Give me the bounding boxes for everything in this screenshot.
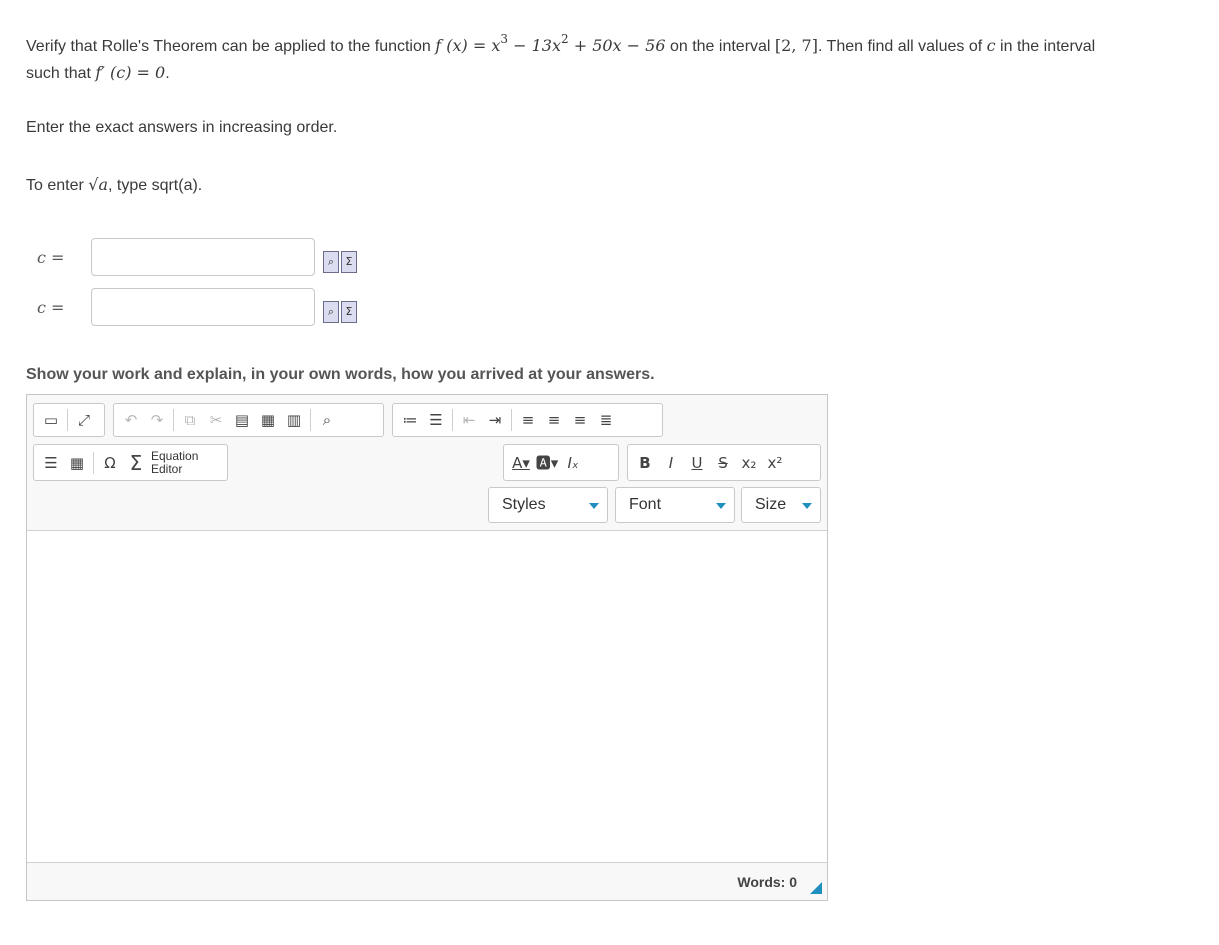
preview-icon[interactable]: ⌕ bbox=[323, 301, 339, 323]
resize-handle-icon[interactable] bbox=[810, 882, 822, 894]
chevron-down-icon bbox=[716, 503, 726, 509]
remove-format-icon[interactable]: Iₓ bbox=[560, 450, 586, 476]
chevron-down-icon bbox=[802, 503, 812, 509]
answer-tools-2: ⌕ Σ bbox=[323, 301, 357, 323]
maximize-icon[interactable]: ⤢ bbox=[71, 407, 97, 433]
underline-icon[interactable]: U bbox=[684, 450, 710, 476]
editor-status-bar: Words: 0 bbox=[27, 862, 827, 900]
text-color-icon[interactable]: A▾ bbox=[508, 450, 534, 476]
chevron-down-icon bbox=[589, 503, 599, 509]
rich-text-editor: ▭ ⤢ ↶ ↷ ⧉ ✂ ▤ ▦ ▥ ⌕ ≔ ☰ ⇤ ⇥ ≡ ≡ ≡ ≣ ☰ ▦ … bbox=[26, 394, 828, 901]
show-blocks-icon[interactable]: ▭ bbox=[38, 407, 64, 433]
equation-sigma-icon[interactable]: Σ bbox=[123, 450, 149, 476]
preview-icon[interactable]: ⌕ bbox=[323, 251, 339, 273]
toolbar-group-basic-styles: B I U S x₂ x² bbox=[627, 444, 821, 481]
bold-icon[interactable]: B bbox=[632, 450, 658, 476]
interval-expression: [2, 7] bbox=[774, 36, 818, 55]
editor-toolbar: ▭ ⤢ ↶ ↷ ⧉ ✂ ▤ ▦ ▥ ⌕ ≔ ☰ ⇤ ⇥ ≡ ≡ ≡ ≣ ☰ ▦ … bbox=[27, 395, 827, 531]
redo-icon[interactable]: ↷ bbox=[144, 407, 170, 433]
bulleted-list-icon[interactable]: ☰ bbox=[423, 407, 449, 433]
table-icon[interactable]: ▦ bbox=[64, 450, 90, 476]
toolbar-group-insert: ☰ ▦ Ω Σ Equation Editor bbox=[33, 444, 228, 481]
align-left-icon[interactable]: ≡ bbox=[515, 407, 541, 433]
font-dropdown[interactable]: Font bbox=[615, 487, 735, 523]
answer-tools-1: ⌕ Σ bbox=[323, 251, 357, 273]
answer-input-2[interactable] bbox=[91, 288, 315, 326]
instruction-text: Enter the exact answers in increasing or… bbox=[26, 119, 338, 136]
answer-label: c = bbox=[37, 247, 65, 267]
subscript-icon[interactable]: x₂ bbox=[736, 450, 762, 476]
background-color-icon[interactable]: 🅰▾ bbox=[534, 450, 560, 476]
word-count: Words: 0 bbox=[737, 874, 797, 890]
paste-icon[interactable]: ▤ bbox=[229, 407, 255, 433]
justify-icon[interactable]: ≣ bbox=[593, 407, 619, 433]
hint-text: To enter √a, type sqrt(a). bbox=[26, 175, 203, 194]
align-center-icon[interactable]: ≡ bbox=[541, 407, 567, 433]
toolbar-group-colors: A▾ 🅰▾ Iₓ bbox=[503, 444, 619, 481]
equation-editor-button[interactable]: Equation Editor bbox=[151, 449, 198, 476]
special-char-icon[interactable]: Ω bbox=[97, 450, 123, 476]
styles-dropdown[interactable]: Styles bbox=[488, 487, 608, 523]
undo-icon[interactable]: ↶ bbox=[118, 407, 144, 433]
work-prompt: Show your work and explain, in your own … bbox=[26, 366, 655, 383]
size-dropdown[interactable]: Size bbox=[741, 487, 821, 523]
strikethrough-icon[interactable]: S bbox=[710, 450, 736, 476]
paste-word-icon[interactable]: ▥ bbox=[281, 407, 307, 433]
editor-content-area[interactable] bbox=[27, 531, 827, 863]
toolbar-group-clipboard: ↶ ↷ ⧉ ✂ ▤ ▦ ▥ ⌕ bbox=[113, 403, 384, 437]
italic-icon[interactable]: I bbox=[658, 450, 684, 476]
equation-editor-icon[interactable]: Σ bbox=[341, 251, 357, 273]
superscript-icon[interactable]: x² bbox=[762, 450, 788, 476]
copy-icon[interactable]: ⧉ bbox=[177, 407, 203, 433]
paste-text-icon[interactable]: ▦ bbox=[255, 407, 281, 433]
equation-editor-icon[interactable]: Σ bbox=[341, 301, 357, 323]
answer-row-2: c = ⌕ Σ bbox=[26, 287, 357, 327]
cut-icon[interactable]: ✂ bbox=[203, 407, 229, 433]
derivative-expression: f′ (c) = 0 bbox=[95, 63, 166, 82]
answer-row-1: c = ⌕ Σ bbox=[26, 237, 357, 277]
question-text: Verify that Rolle's Theorem can be appli… bbox=[26, 32, 1096, 82]
sqrt-a-math: √a bbox=[88, 175, 108, 194]
find-icon[interactable]: ⌕ bbox=[314, 407, 340, 433]
toolbar-group-view: ▭ ⤢ bbox=[33, 403, 105, 437]
decrease-indent-icon[interactable]: ⇤ bbox=[456, 407, 482, 433]
increase-indent-icon[interactable]: ⇥ bbox=[482, 407, 508, 433]
toolbar-group-paragraph: ≔ ☰ ⇤ ⇥ ≡ ≡ ≡ ≣ bbox=[392, 403, 663, 437]
horizontal-line-icon[interactable]: ☰ bbox=[38, 450, 64, 476]
answer-input-1[interactable] bbox=[91, 238, 315, 276]
function-expression: f (x) = x3 − 13x2 + 50x − 56 bbox=[435, 32, 666, 55]
answer-label: c = bbox=[37, 297, 65, 317]
align-right-icon[interactable]: ≡ bbox=[567, 407, 593, 433]
numbered-list-icon[interactable]: ≔ bbox=[397, 407, 423, 433]
